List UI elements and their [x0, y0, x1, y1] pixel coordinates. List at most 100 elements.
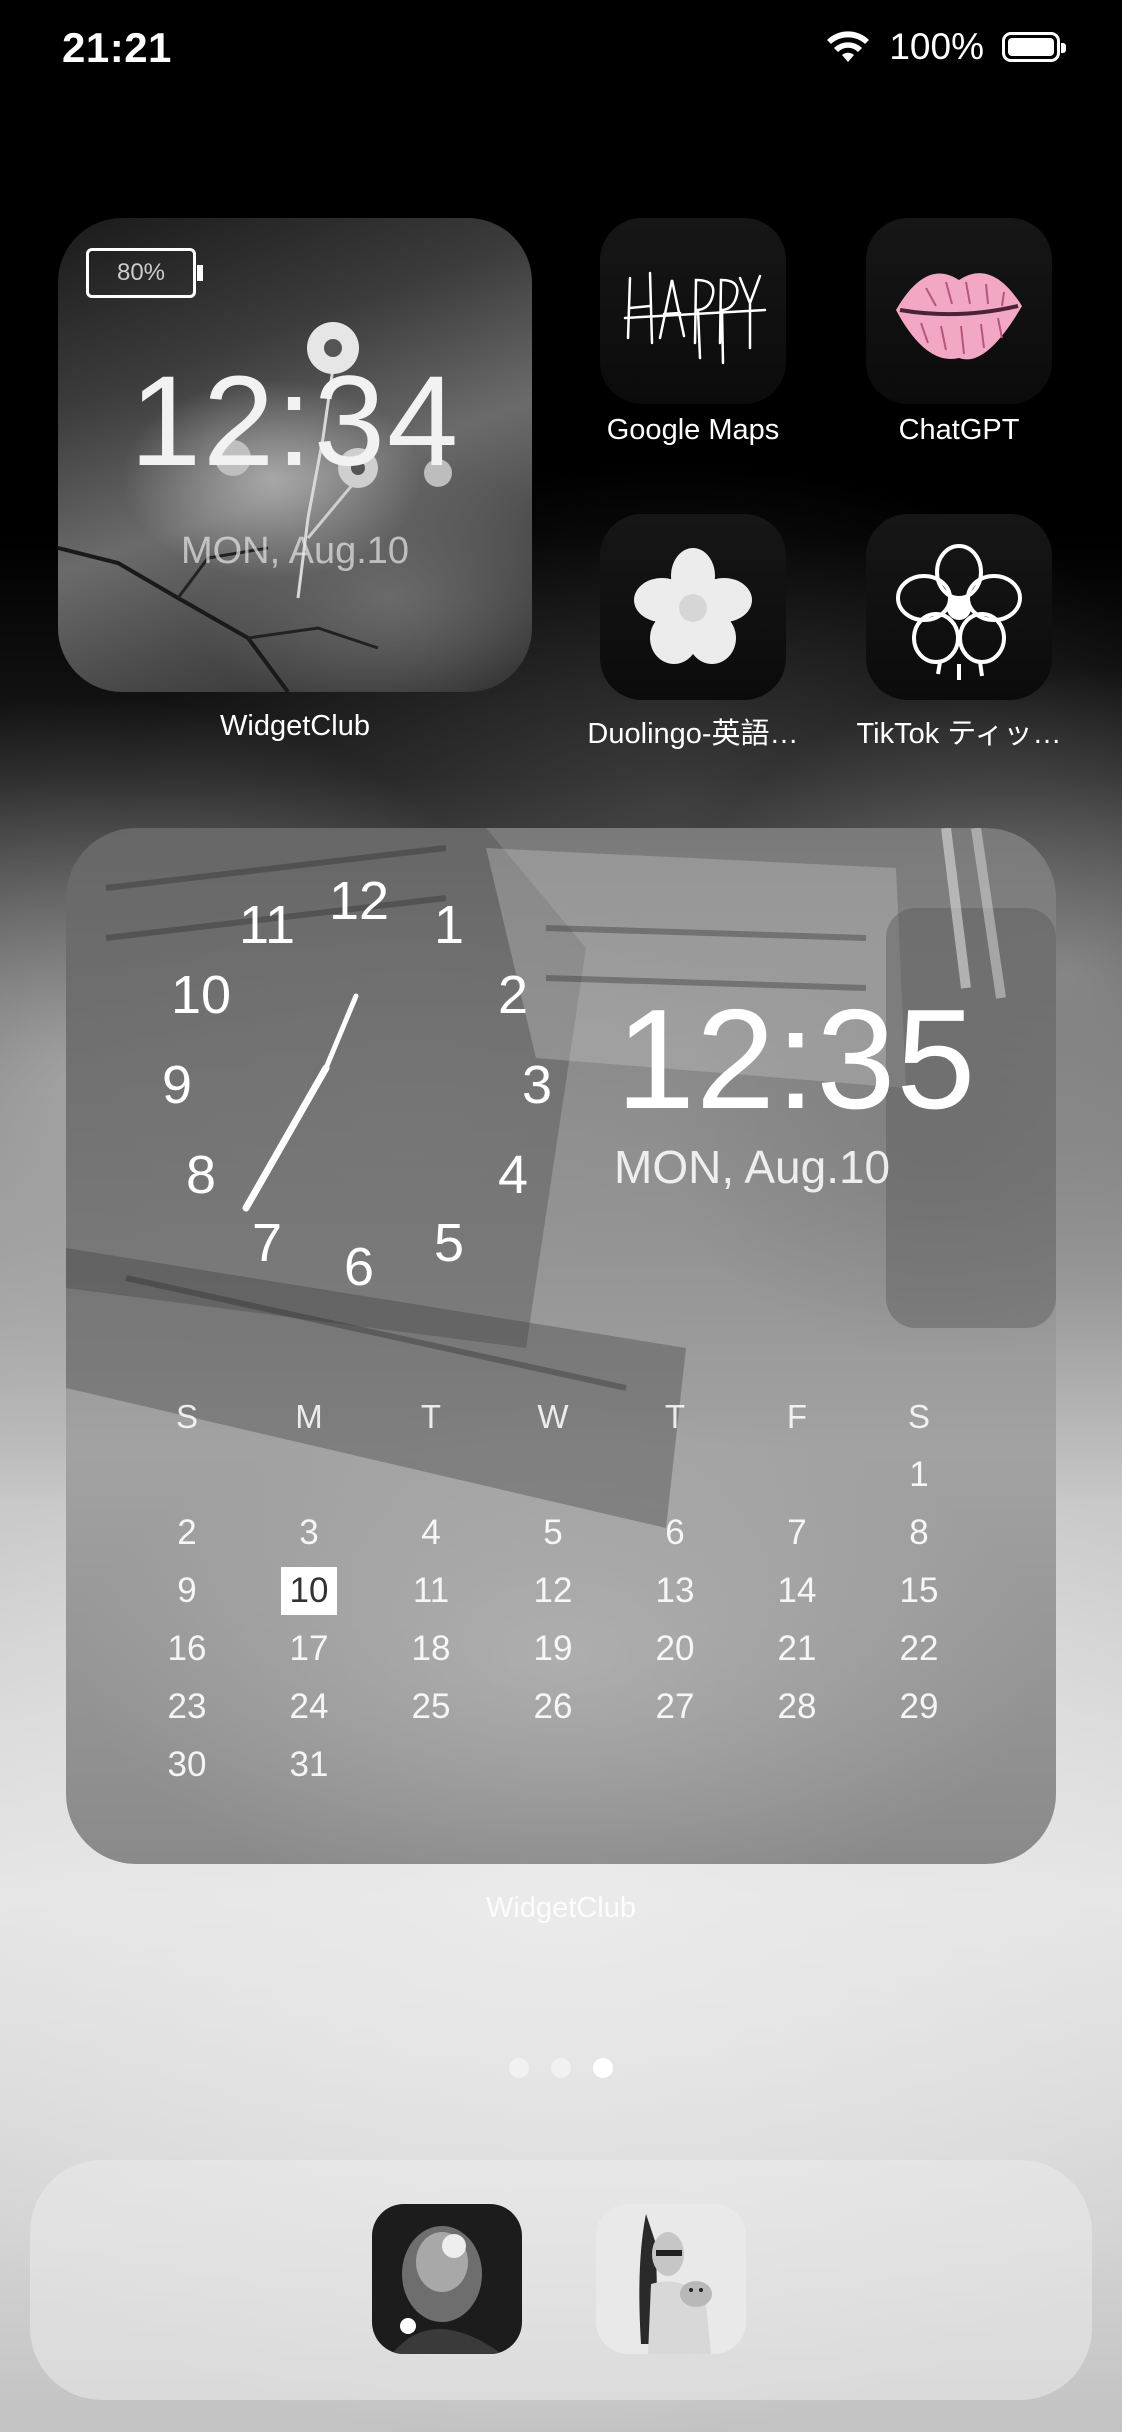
calendar-weeks: 1 2 3 4 5 6 7 8 9 10 11 12 13 14 15 16 17 18 19 20 21 22 23 24 2…	[126, 1446, 986, 1794]
page-dot-active	[593, 2058, 613, 2078]
calendar-day: 2	[126, 1513, 248, 1553]
calendar-week-row: 9 10 11 12 13 14 15	[126, 1562, 986, 1620]
widget-label: WidgetClub	[486, 1892, 636, 1924]
calendar-day-number: 15	[899, 1571, 939, 1610]
app-label-google-maps: Google Maps	[606, 414, 780, 446]
digital-time: 12:35	[616, 980, 977, 1139]
calendar-day: 31	[248, 1745, 370, 1785]
calendar-day-number: 18	[411, 1629, 451, 1668]
dock-app-2[interactable]	[596, 2204, 746, 2354]
app-label-tiktok: TikTok ティッ…	[856, 718, 1062, 750]
widget-date: MON, Aug.10	[180, 530, 410, 572]
calendar-day: 30	[126, 1745, 248, 1785]
google-maps-app-icon[interactable]	[600, 218, 786, 404]
calendar-week-row: 30 31	[126, 1736, 986, 1794]
widget-label: WidgetClub	[220, 710, 370, 742]
calendar-week-row: 2 3 4 5 6 7 8	[126, 1504, 986, 1562]
calendar-day-number: 29	[899, 1687, 939, 1726]
calendar-day: 4	[370, 1513, 492, 1553]
calendar-day-number: 12	[533, 1571, 573, 1610]
calendar-day: 9	[126, 1571, 248, 1611]
calendar-weekday-header: S M T W T F S	[126, 1388, 986, 1446]
dock-app-1[interactable]	[372, 2204, 522, 2354]
calendar-day: 25	[370, 1687, 492, 1727]
calendar-day-number: 7	[787, 1513, 807, 1552]
calendar-day: 23	[126, 1687, 248, 1727]
calendar-day: 12	[492, 1571, 614, 1611]
calendar: S M T W T F S 1 2 3 4 5 6 7 8 9 10 11 12 13 14 15 16 17 1…	[126, 1388, 986, 1794]
calendar-day-number: 6	[665, 1513, 685, 1552]
calendar-day-number: 9	[177, 1571, 197, 1610]
page-dot	[509, 2058, 529, 2078]
calendar-day-number: 16	[167, 1629, 207, 1668]
calendar-day-number: 31	[289, 1745, 329, 1784]
calendar-day: 24	[248, 1687, 370, 1727]
flower-icon	[634, 548, 752, 664]
calendar-day-number: 14	[777, 1571, 817, 1610]
calendar-week-row: 23 24 25 26 27 28 29	[126, 1678, 986, 1736]
lips-icon	[896, 273, 1022, 360]
clock-calendar-widget[interactable]: 12 1 2 3 4 5 6 7 8 9 10 11 12:35 MON, Au…	[66, 828, 1056, 1864]
calendar-day: 7	[736, 1513, 858, 1553]
calendar-day-number: 19	[533, 1629, 573, 1668]
battery-widget-label: 80%	[116, 259, 166, 286]
tiktok-app-icon[interactable]	[866, 514, 1052, 700]
calendar-day: 19	[492, 1629, 614, 1669]
status-bar: 21:21 100%	[0, 0, 1122, 100]
calendar-day: 20	[614, 1629, 736, 1669]
calendar-day: 8	[858, 1513, 980, 1553]
calendar-week-row: 16 17 18 19 20 21 22	[126, 1620, 986, 1678]
weekday-label: W	[537, 1398, 569, 1435]
calendar-day-number: 20	[655, 1629, 695, 1668]
calendar-day: 15	[858, 1571, 980, 1611]
calendar-day-number: 30	[167, 1745, 207, 1784]
app-label-duolingo: Duolingo-英語…	[587, 718, 799, 750]
calendar-day: 14	[736, 1571, 858, 1611]
calendar-day-number: 17	[289, 1629, 329, 1668]
photo-portrait-icon	[372, 2204, 522, 2354]
calendar-day: 26	[492, 1687, 614, 1727]
calendar-day-number: 1	[909, 1455, 929, 1494]
calendar-day: 22	[858, 1629, 980, 1669]
clock-widget-small[interactable]: 80% 12:34 MON, Aug.10	[58, 218, 532, 692]
battery-widget-icon: 80%	[86, 248, 203, 298]
page-dot	[551, 2058, 571, 2078]
weekday-label: M	[295, 1398, 323, 1435]
calendar-day-number: 26	[533, 1687, 573, 1726]
photo-portrait-dog-icon	[596, 2204, 746, 2354]
calendar-day-number: 8	[909, 1513, 929, 1552]
weekday-label: T	[664, 1398, 686, 1435]
happy-text-icon	[623, 271, 767, 365]
wifi-icon	[827, 31, 870, 62]
calendar-day: 3	[248, 1513, 370, 1553]
calendar-day-number: 25	[411, 1687, 451, 1726]
weekday-label: S	[907, 1398, 930, 1435]
widget-time: 12:34	[129, 350, 461, 493]
status-time: 21:21	[62, 24, 172, 71]
calendar-day: 27	[614, 1687, 736, 1727]
dock	[30, 2160, 1092, 2400]
calendar-day-number: 13	[655, 1571, 695, 1610]
duolingo-app-icon[interactable]	[600, 514, 786, 700]
flower-outline-icon	[896, 544, 1022, 680]
calendar-day-number: 28	[777, 1687, 817, 1726]
calendar-week-row: 1	[126, 1446, 986, 1504]
calendar-day: 29	[858, 1687, 980, 1727]
page-indicator[interactable]	[0, 2058, 1122, 2078]
calendar-day: 21	[736, 1629, 858, 1669]
calendar-day: 17	[248, 1629, 370, 1669]
calendar-day-number: 27	[655, 1687, 695, 1726]
clock-hands	[242, 993, 359, 1212]
battery-percent: 100%	[889, 26, 984, 67]
app-label-chatgpt: ChatGPT	[898, 414, 1020, 446]
calendar-day-number: 21	[777, 1629, 817, 1668]
calendar-day-number: 10	[281, 1567, 337, 1615]
calendar-day-number: 11	[412, 1571, 450, 1610]
calendar-day: 28	[736, 1687, 858, 1727]
calendar-day: 18	[370, 1629, 492, 1669]
calendar-day-number: 4	[421, 1513, 441, 1552]
weekday-label: S	[175, 1398, 198, 1435]
chatgpt-app-icon[interactable]	[866, 218, 1052, 404]
status-indicators: 100%	[825, 26, 1066, 68]
battery-icon	[1002, 32, 1066, 62]
